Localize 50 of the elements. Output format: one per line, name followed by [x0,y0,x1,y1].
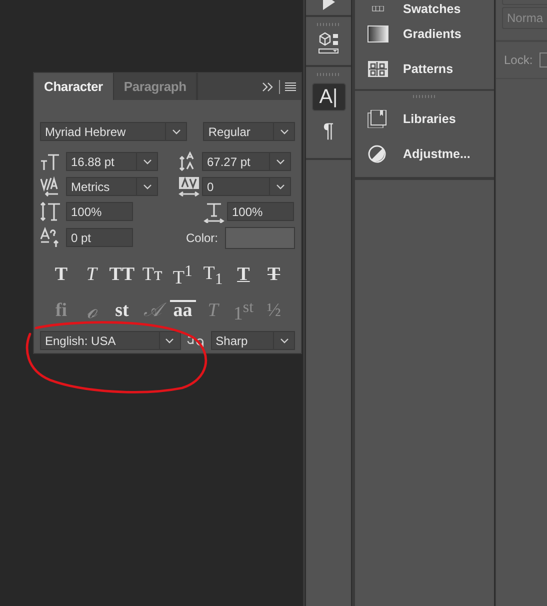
caret-icon [165,337,174,344]
leading-dropdown[interactable]: 67.27 pt [202,152,291,171]
text-style-button[interactable]: T$^{1}$ [170,264,196,284]
text-style-button[interactable]: TT [108,264,135,284]
tracking-dropdown[interactable]: 0 [202,177,291,196]
text-style-button[interactable]: T [230,264,256,284]
caret-icon [280,337,288,344]
caret-icon [276,183,284,190]
collapse-icon[interactable] [262,82,274,92]
panel-name[interactable]: Libraries [403,112,456,126]
opentype-button[interactable]: aa [170,300,196,320]
panel-name[interactable]: Adjustme... [403,146,470,160]
language-dropdown[interactable]: English: USA [40,331,181,350]
text-style-button[interactable]: T [260,264,287,284]
font-family-dropdown[interactable]: Myriad Hebrew [40,122,188,141]
libraries-icon[interactable] [367,110,389,128]
color-label: Color: [186,230,218,244]
lock-label: Lock: [504,53,533,67]
text-style-button[interactable]: T$_{1}$ [200,264,226,284]
color-swatch[interactable] [225,226,296,248]
menu-icon[interactable] [285,82,296,91]
panel-name[interactable]: Patterns [403,62,454,76]
panel-name[interactable]: Gradients [403,26,462,40]
text-style-button[interactable]: T [48,264,74,284]
font-size-dropdown[interactable]: 16.88 pt [66,152,158,171]
baseline-shift-field[interactable]: 0 pt [66,228,133,247]
vertical-scale-icon [40,200,62,222]
gradients-icon[interactable] [367,24,389,42]
caret-icon [142,158,152,165]
caret-icon [276,158,284,165]
anti-aliasing-dropdown[interactable]: Sharp [210,331,295,350]
opentype-button[interactable]: st [108,300,135,320]
caret-icon [280,128,288,135]
tool-button[interactable]: ¶ [312,117,346,145]
panel-tab[interactable]: Character [34,73,114,100]
panel-name[interactable]: Swatches [403,2,461,16]
patterns-icon[interactable] [367,60,389,78]
horizontal-scale-field[interactable]: 100% [227,202,294,221]
font-style-dropdown[interactable]: Regular [203,122,295,141]
play-icon[interactable] [322,0,336,10]
tracking-icon [178,176,200,198]
cube-icon[interactable] [316,32,340,56]
caret-icon [172,128,181,135]
vertical-scale-field[interactable]: 100% [66,202,133,221]
kerning-dropdown[interactable]: Metrics [66,177,158,196]
text-style-button[interactable]: Tᴛ [139,264,166,284]
caret-icon [142,183,152,190]
text-style-button[interactable]: T [78,264,105,284]
tool-button[interactable]: A| [312,83,346,111]
horizontal-scale-icon [203,200,225,222]
